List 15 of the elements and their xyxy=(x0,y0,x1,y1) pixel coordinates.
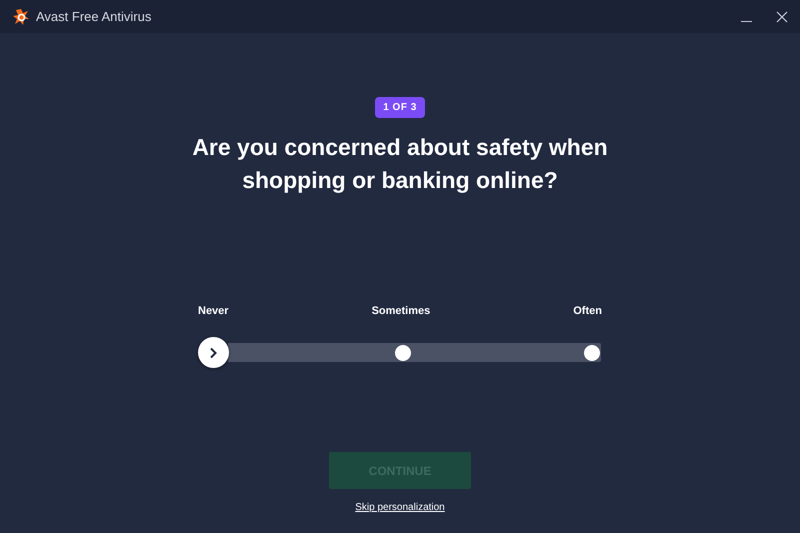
skip-link[interactable]: Skip personalization xyxy=(355,502,445,513)
step-badge: 1 OF 3 xyxy=(375,97,425,118)
slider-stop[interactable] xyxy=(394,344,410,360)
window-title: Avast Free Antivirus xyxy=(36,9,152,24)
slider-track[interactable] xyxy=(228,343,601,362)
option-label: Never xyxy=(198,305,229,317)
minimize-icon xyxy=(740,21,752,22)
close-icon xyxy=(776,10,788,22)
logo-icon xyxy=(12,8,30,26)
question-heading: Are you concerned about safety when shopping or banking online? xyxy=(191,133,609,195)
chevron-right-icon xyxy=(209,346,217,358)
option-label: Sometimes xyxy=(372,305,430,317)
option-label: Often xyxy=(573,305,602,317)
slider-stop[interactable] xyxy=(584,344,600,360)
slider-thumb[interactable] xyxy=(198,337,228,368)
